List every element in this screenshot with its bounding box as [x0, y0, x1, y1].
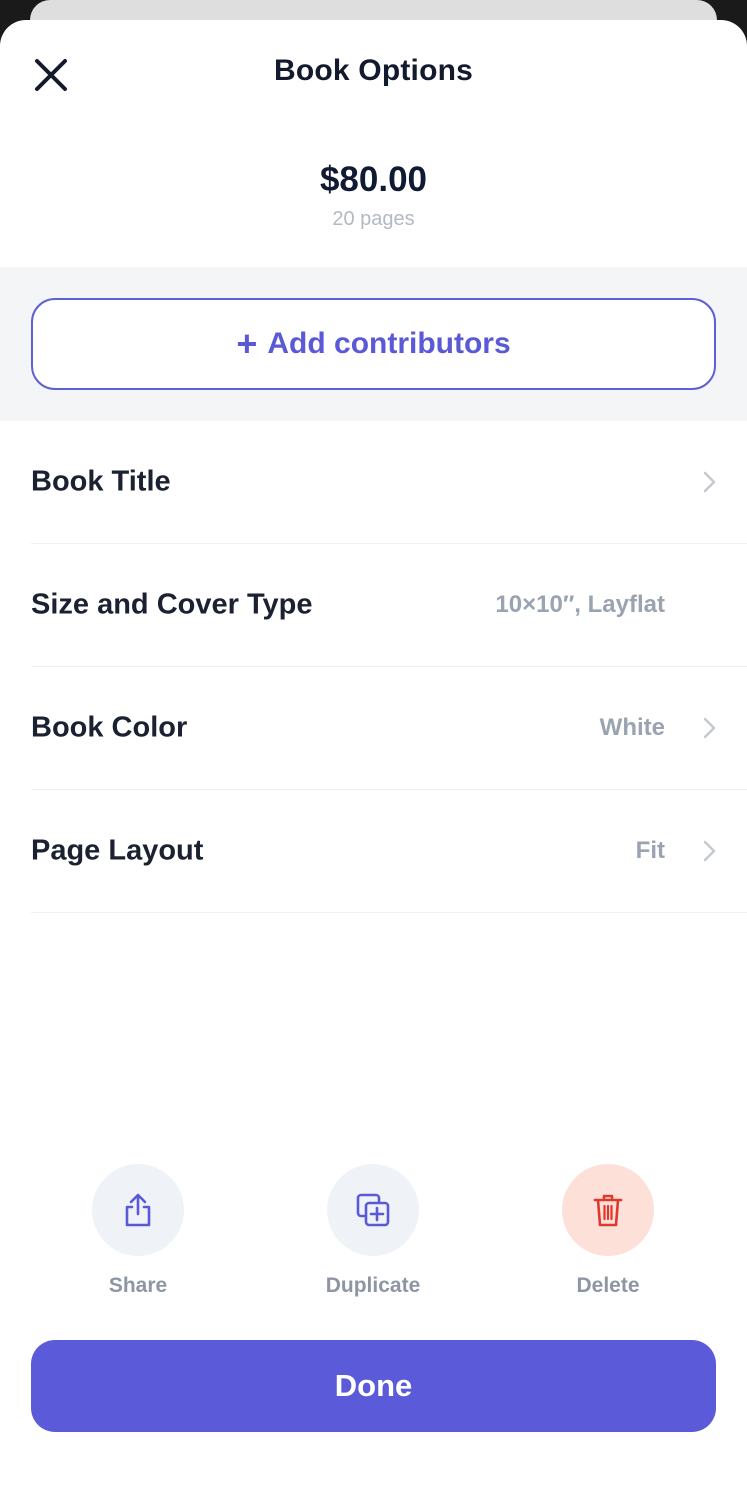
add-contributors-label: Add contributors	[267, 327, 511, 360]
delete-button[interactable]: Delete	[538, 1164, 678, 1298]
share-icon	[125, 1193, 151, 1227]
option-size-cover-type[interactable]: Size and Cover Type 10×10″, Layflat	[31, 544, 747, 667]
page-count: 20 pages	[332, 208, 415, 230]
duplicate-label: Duplicate	[325, 1274, 421, 1297]
price-summary: $80.00 20 pages	[0, 130, 747, 267]
duplicate-icon	[356, 1193, 390, 1227]
options-list: Book Title Size and Cover Type 10×10″, L…	[0, 421, 747, 913]
option-page-layout[interactable]: Page Layout Fit	[31, 790, 747, 913]
share-button[interactable]: Share	[68, 1164, 208, 1298]
duplicate-icon-circle	[327, 1164, 419, 1256]
option-label: Page Layout	[31, 834, 204, 867]
contributors-section: + Add contributors	[0, 267, 747, 421]
share-icon-circle	[92, 1164, 184, 1256]
add-contributors-button[interactable]: + Add contributors	[31, 298, 716, 390]
share-label: Share	[108, 1274, 168, 1297]
book-options-sheet: Book Options $80.00 20 pages + Add contr…	[0, 20, 747, 1500]
option-value: 10×10″, Layflat	[495, 591, 665, 618]
option-value: Fit	[635, 837, 665, 864]
option-value: White	[599, 714, 665, 741]
chevron-right-icon	[703, 717, 716, 739]
chevron-right-icon	[703, 840, 716, 862]
action-bar: Share Duplicate Delete	[0, 1164, 747, 1304]
sheet-header: Book Options	[0, 20, 747, 130]
option-label: Book Color	[31, 711, 188, 744]
done-button[interactable]: Done	[31, 1340, 716, 1432]
option-book-color[interactable]: Book Color White	[31, 667, 747, 790]
plus-icon: +	[236, 323, 258, 364]
duplicate-button[interactable]: Duplicate	[303, 1164, 443, 1298]
price-value: $80.00	[319, 160, 428, 199]
option-label: Book Title	[31, 465, 171, 498]
chevron-right-icon	[703, 471, 716, 493]
page-title: Book Options	[273, 54, 474, 87]
option-book-title[interactable]: Book Title	[31, 421, 747, 544]
option-label: Size and Cover Type	[31, 588, 313, 621]
trash-icon	[593, 1194, 623, 1227]
delete-icon-circle	[562, 1164, 654, 1256]
delete-label: Delete	[576, 1274, 640, 1297]
